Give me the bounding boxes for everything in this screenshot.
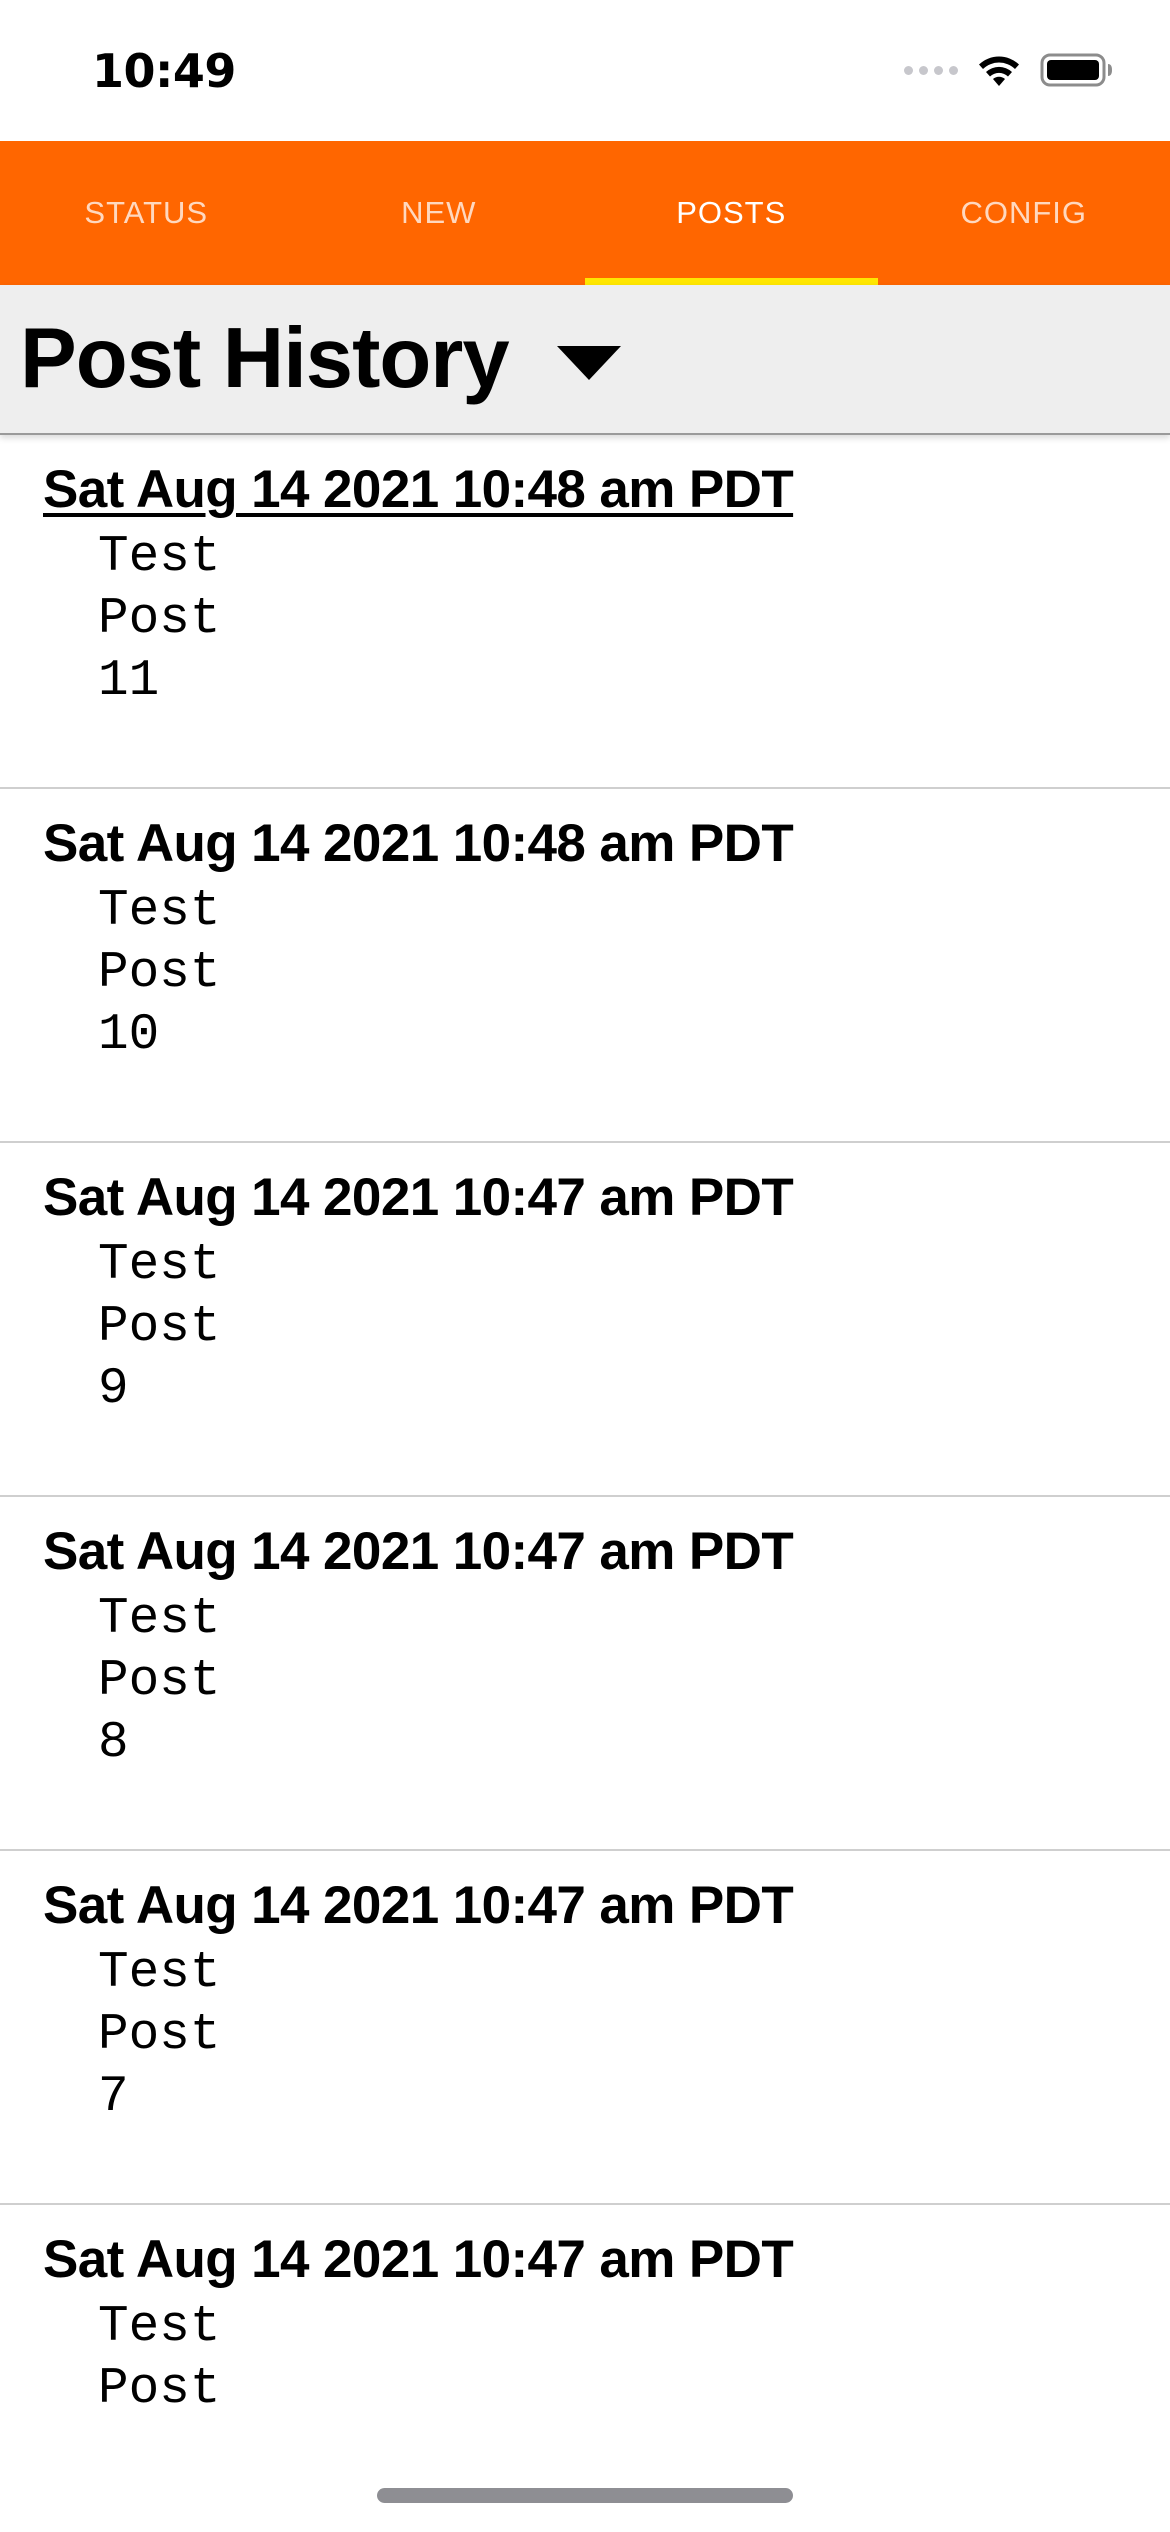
- posts-list[interactable]: Sat Aug 14 2021 10:48 am PDT Test Post 1…: [0, 435, 1170, 2455]
- post-date[interactable]: Sat Aug 14 2021 10:47 am PDT: [43, 2229, 794, 2290]
- wifi-icon: [979, 56, 1019, 86]
- list-item[interactable]: Sat Aug 14 2021 10:47 am PDT Test Post 9: [0, 1143, 1170, 1497]
- list-item[interactable]: Sat Aug 14 2021 10:47 am PDT Test Post 7: [0, 1851, 1170, 2205]
- status-icons: [904, 52, 1114, 88]
- status-bar: 10:49: [0, 0, 1170, 141]
- tab-config[interactable]: CONFIG: [878, 141, 1170, 285]
- battery-icon: [1040, 53, 1112, 87]
- list-item[interactable]: Sat Aug 14 2021 10:47 am PDT Test Post: [0, 2205, 1170, 2455]
- page-header: Post History: [0, 285, 1170, 435]
- post-body: Test Post 8: [98, 1591, 221, 1772]
- post-date[interactable]: Sat Aug 14 2021 10:48 am PDT: [43, 459, 794, 520]
- post-date[interactable]: Sat Aug 14 2021 10:47 am PDT: [43, 1167, 794, 1228]
- post-body: Test Post 11: [98, 529, 221, 710]
- tab-new[interactable]: NEW: [293, 141, 586, 285]
- tab-posts[interactable]: POSTS: [585, 141, 878, 285]
- post-body: Test Post 9: [98, 1237, 221, 1418]
- tab-bar: STATUS NEW POSTS CONFIG: [0, 141, 1170, 285]
- post-date[interactable]: Sat Aug 14 2021 10:48 am PDT: [43, 813, 794, 874]
- list-item[interactable]: Sat Aug 14 2021 10:47 am PDT Test Post 8: [0, 1497, 1170, 1851]
- page-title: Post History: [20, 311, 510, 406]
- tab-status[interactable]: STATUS: [0, 141, 293, 285]
- list-item[interactable]: Sat Aug 14 2021 10:48 am PDT Test Post 1…: [0, 789, 1170, 1143]
- signal-icon: [904, 65, 958, 75]
- dropdown-arrow-icon[interactable]: [556, 346, 621, 380]
- status-time: 10:49: [92, 44, 236, 98]
- post-date[interactable]: Sat Aug 14 2021 10:47 am PDT: [43, 1521, 794, 1582]
- list-item[interactable]: Sat Aug 14 2021 10:48 am PDT Test Post 1…: [0, 435, 1170, 789]
- post-body: Test Post 10: [98, 883, 221, 1064]
- post-date[interactable]: Sat Aug 14 2021 10:47 am PDT: [43, 1875, 794, 1936]
- post-body: Test Post: [98, 2299, 221, 2418]
- post-body: Test Post 7: [98, 1945, 221, 2126]
- home-indicator[interactable]: [377, 2488, 793, 2503]
